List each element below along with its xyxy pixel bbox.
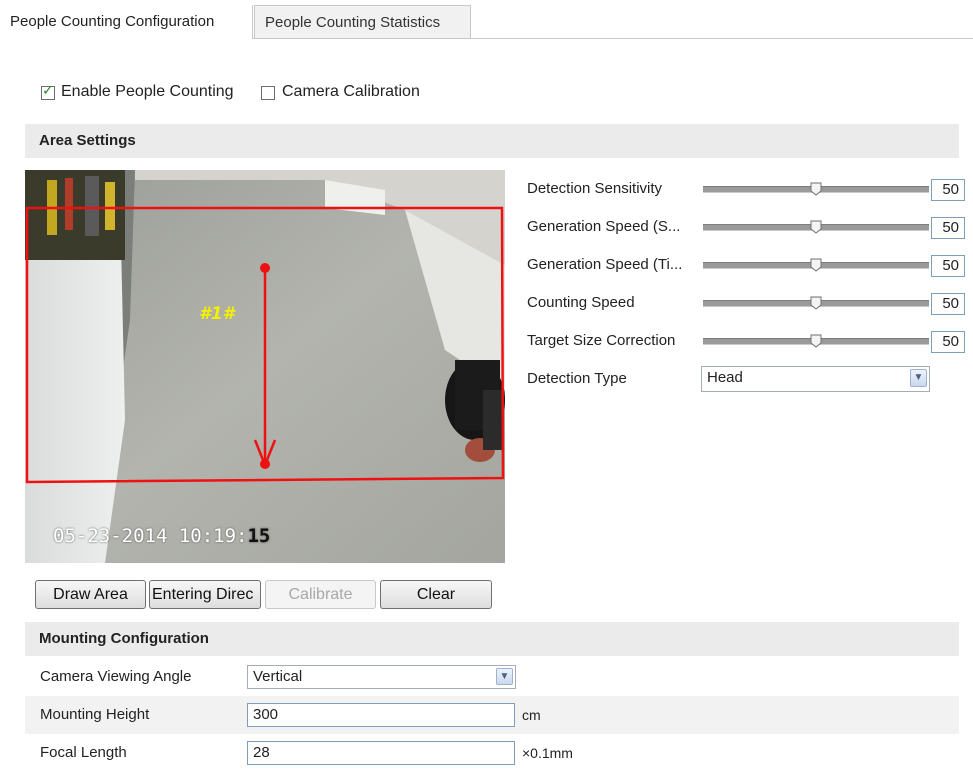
counting-speed-label: Counting Speed (527, 294, 635, 311)
focal-length-label: Focal Length (40, 744, 127, 761)
timestamp-seconds: 15 (247, 525, 271, 547)
clear-button[interactable]: Clear (380, 580, 492, 609)
video-preview[interactable]: #1# 05-23-2014 10:19:15 (25, 170, 505, 563)
mounting-configuration-header: Mounting Configuration (25, 622, 959, 656)
focal-length-input[interactable]: 28 (247, 741, 515, 765)
camera-calibration-label: Camera Calibration (282, 83, 420, 100)
calibrate-button[interactable]: Calibrate (265, 580, 376, 609)
slider-thumb-icon[interactable] (810, 334, 822, 348)
tab-people-counting-configuration[interactable]: People Counting Configuration (0, 5, 253, 39)
detection-type-value: Head (707, 369, 743, 386)
camera-viewing-angle-select[interactable]: Vertical ▼ (247, 665, 516, 689)
counting-speed-value[interactable]: 50 (931, 293, 965, 315)
detection-sensitivity-label: Detection Sensitivity (527, 180, 663, 197)
generation-speed-time-label: Generation Speed (Ti... (527, 256, 683, 273)
area-label: #1# (199, 304, 235, 324)
slider-thumb-icon[interactable] (810, 220, 822, 234)
video-timestamp: 05-23-2014 10:19:15 (53, 525, 270, 547)
camera-viewing-angle-row: Camera Viewing Angle Vertical ▼ (25, 658, 959, 696)
camera-viewing-angle-label: Camera Viewing Angle (40, 668, 192, 685)
mounting-height-input[interactable]: 300 (247, 703, 515, 727)
generation-speed-time-value[interactable]: 50 (931, 255, 965, 277)
chevron-down-icon[interactable]: ▼ (910, 369, 927, 387)
mounting-height-unit: cm (522, 707, 541, 723)
chevron-down-icon[interactable]: ▼ (496, 668, 513, 685)
camera-calibration-checkbox[interactable] (261, 86, 275, 100)
focal-length-unit: ×0.1mm (522, 745, 573, 761)
slider-thumb-icon[interactable] (810, 296, 822, 310)
enable-people-counting-checkbox[interactable] (41, 83, 55, 100)
mounting-height-row: Mounting Height 300 cm (25, 696, 959, 734)
generation-speed-spatial-label: Generation Speed (S... (527, 218, 681, 235)
entering-direction-button[interactable]: Entering Direc (149, 580, 261, 609)
direction-start-point (260, 263, 270, 273)
target-size-correction-label: Target Size Correction (527, 332, 676, 349)
timestamp-main: 05-23-2014 10:19: (53, 525, 248, 547)
draw-area-button[interactable]: Draw Area (35, 580, 146, 609)
slider-thumb-icon[interactable] (810, 182, 822, 196)
area-settings-header: Area Settings (25, 124, 959, 158)
video-frame (25, 170, 505, 563)
target-size-correction-value[interactable]: 50 (931, 331, 965, 353)
enable-people-counting-label: Enable People Counting (61, 83, 234, 100)
camera-viewing-angle-value: Vertical (253, 668, 303, 685)
tab-people-counting-statistics[interactable]: People Counting Statistics (254, 5, 471, 38)
detection-sensitivity-value[interactable]: 50 (931, 179, 965, 201)
detection-type-select[interactable]: Head ▼ (701, 366, 930, 392)
slider-thumb-icon[interactable] (810, 258, 822, 272)
detection-type-label: Detection Type (527, 370, 627, 387)
generation-speed-spatial-value[interactable]: 50 (931, 217, 965, 239)
focal-length-row: Focal Length 28 ×0.1mm (25, 734, 959, 772)
mounting-height-label: Mounting Height (40, 706, 150, 723)
